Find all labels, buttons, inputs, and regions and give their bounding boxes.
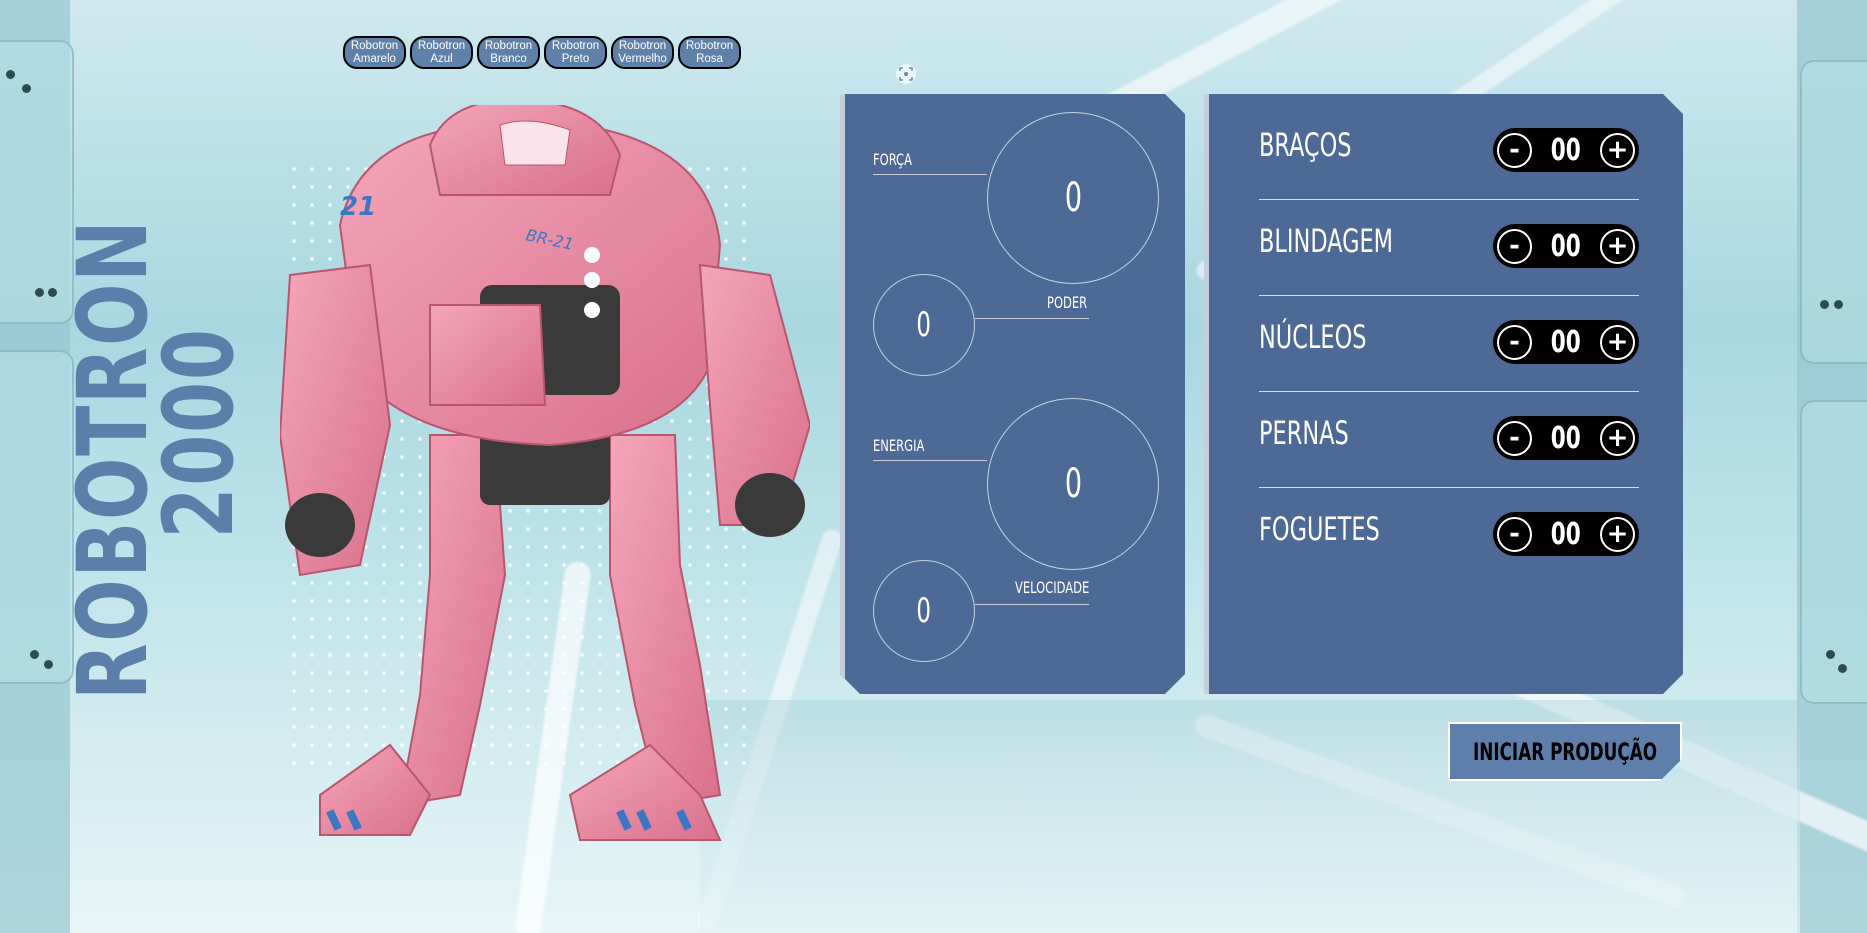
- variant-button-azul[interactable]: Robotron Azul: [410, 36, 473, 69]
- quantity-stepper: - 00 +: [1493, 320, 1639, 364]
- quantity-value: 00: [1550, 228, 1582, 264]
- quantity-stepper: - 00 +: [1493, 512, 1639, 556]
- robot-image: BR-21 21: [278, 98, 812, 845]
- poder-label: PODER: [1047, 293, 1088, 312]
- quantity-stepper: - 00 +: [1493, 224, 1639, 268]
- quantity-value: 00: [1550, 516, 1582, 552]
- part-label: FOGUETES: [1259, 510, 1380, 548]
- velocidade-value: 0: [916, 591, 932, 631]
- increment-button[interactable]: +: [1600, 229, 1635, 264]
- part-label: PERNAS: [1259, 414, 1349, 452]
- brand-title: ROBOTRON 2000: [57, 134, 255, 700]
- increment-button[interactable]: +: [1600, 517, 1635, 552]
- variant-button-preto[interactable]: Robotron Preto: [544, 36, 607, 69]
- quantity-stepper: - 00 +: [1493, 128, 1639, 172]
- energia-value: 0: [1064, 461, 1082, 507]
- robot-number: 21: [340, 192, 376, 222]
- part-row-blindagem: BLINDAGEM - 00 +: [1259, 200, 1639, 296]
- decrement-button[interactable]: -: [1497, 133, 1532, 168]
- part-label: BLINDAGEM: [1259, 222, 1394, 260]
- decrement-button[interactable]: -: [1497, 325, 1532, 360]
- variant-button-rosa[interactable]: Robotron Rosa: [678, 36, 741, 69]
- increment-button[interactable]: +: [1600, 133, 1635, 168]
- variant-button-amarelo[interactable]: Robotron Amarelo: [343, 36, 406, 69]
- part-label: BRAÇOS: [1259, 126, 1352, 164]
- part-label: NÚCLEOS: [1259, 318, 1367, 356]
- stats-panel: FORÇA 0 0 PODER ENERGIA 0 0 VELOCIDADE: [840, 94, 1185, 694]
- quantity-value: 00: [1550, 420, 1582, 456]
- poder-value: 0: [916, 305, 932, 345]
- energia-divider: [873, 460, 987, 461]
- poder-value-circle: 0: [873, 274, 975, 376]
- start-production-label: INICIAR PRODUÇÃO: [1472, 737, 1658, 766]
- variant-selector: Robotron Amarelo Robotron Azul Robotron Bra…: [343, 36, 741, 69]
- forca-value-circle: 0: [987, 112, 1159, 284]
- poder-divider: [975, 318, 1089, 319]
- part-row-foguetes: FOGUETES - 00 +: [1259, 488, 1639, 584]
- forca-value: 0: [1064, 175, 1082, 221]
- decrement-button[interactable]: -: [1497, 517, 1532, 552]
- decrement-button[interactable]: -: [1497, 229, 1532, 264]
- velocidade-label: VELOCIDADE: [1015, 578, 1090, 597]
- increment-button[interactable]: +: [1600, 421, 1635, 456]
- fullscreen-icon[interactable]: [896, 64, 916, 84]
- quantity-stepper: - 00 +: [1493, 416, 1639, 460]
- variant-button-vermelho[interactable]: Robotron Vermelho: [611, 36, 674, 69]
- part-row-bracos: BRAÇOS - 00 +: [1259, 104, 1639, 200]
- part-row-pernas: PERNAS - 00 +: [1259, 392, 1639, 488]
- part-row-nucleos: NÚCLEOS - 00 +: [1259, 296, 1639, 392]
- brand-title-line2: 2000: [143, 327, 255, 539]
- quantity-value: 00: [1550, 132, 1582, 168]
- quantity-value: 00: [1550, 324, 1582, 360]
- start-production-button[interactable]: INICIAR PRODUÇÃO: [1448, 722, 1682, 781]
- variant-button-branco[interactable]: Robotron Branco: [477, 36, 540, 69]
- energia-label: ENERGIA: [873, 436, 925, 455]
- decrement-button[interactable]: -: [1497, 421, 1532, 456]
- energia-value-circle: 0: [987, 398, 1159, 570]
- increment-button[interactable]: +: [1600, 325, 1635, 360]
- forca-divider: [873, 174, 987, 175]
- parts-panel: BRAÇOS - 00 + BLINDAGEM - 00 + NÚCLEOS -…: [1204, 94, 1683, 694]
- velocidade-value-circle: 0: [873, 560, 975, 662]
- velocidade-divider: [975, 604, 1089, 605]
- forca-label: FORÇA: [873, 150, 912, 169]
